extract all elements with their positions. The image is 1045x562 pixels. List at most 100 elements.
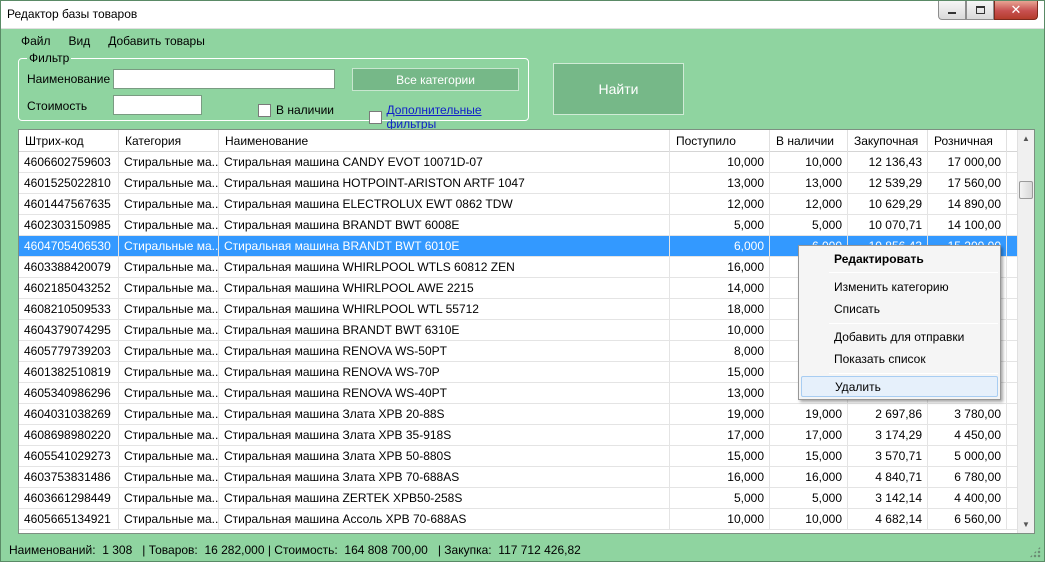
cell-name[interactable]: Стиральная машина Злата XPB 35-918S [219, 425, 670, 445]
cell-name[interactable]: Стиральная машина WHIRLPOOL WTL 55712 [219, 299, 670, 319]
cell-barcode[interactable]: 4603661298449 [19, 488, 119, 508]
column-header-category[interactable]: Категория [119, 130, 219, 152]
cell-in-stock[interactable]: 13,000 [770, 173, 848, 193]
table-row[interactable]: 4603753831486 Стиральные ма... Стиральная … [19, 467, 1018, 488]
cell-purchase-price[interactable]: 10 070,71 [848, 215, 928, 235]
cell-barcode[interactable]: 4603388420079 [19, 257, 119, 277]
cell-category[interactable]: Стиральные ма... [119, 383, 219, 403]
cell-barcode[interactable]: 4606602759603 [19, 152, 119, 172]
menu-item-show-list[interactable]: Показать список [801, 349, 998, 370]
cell-received[interactable]: 15,000 [670, 362, 770, 382]
cell-received[interactable]: 5,000 [670, 215, 770, 235]
cell-barcode[interactable]: 4604031038269 [19, 404, 119, 424]
cell-category[interactable]: Стиральные ма... [119, 299, 219, 319]
cell-name[interactable]: Стиральная машина Злата XPB 70-688AS [219, 467, 670, 487]
cell-received[interactable]: 13,000 [670, 383, 770, 403]
cell-name[interactable]: Стиральная машина WHIRLPOOL AWE 2215 [219, 278, 670, 298]
column-header-retail-price[interactable]: Розничная [928, 130, 1007, 152]
cell-category[interactable]: Стиральные ма... [119, 278, 219, 298]
cell-name[interactable]: Стиральная машина RENOVA WS-50PT [219, 341, 670, 361]
cell-category[interactable]: Стиральные ма... [119, 341, 219, 361]
table-row[interactable]: 4606602759603 Стиральные ма... Стиральная … [19, 152, 1018, 173]
cell-category[interactable]: Стиральные ма... [119, 152, 219, 172]
extra-filters-checkbox-box[interactable] [369, 110, 382, 124]
cell-purchase-price[interactable]: 4 682,14 [848, 509, 928, 529]
cell-received[interactable]: 10,000 [670, 320, 770, 340]
menu-view[interactable]: Вид [60, 31, 100, 51]
cell-category[interactable]: Стиральные ма... [119, 425, 219, 445]
column-header-purchase-price[interactable]: Закупочная [848, 130, 928, 152]
cell-barcode[interactable]: 4604379074295 [19, 320, 119, 340]
menu-item-add-to-shipment[interactable]: Добавить для отправки [801, 327, 998, 348]
cell-name[interactable]: Стиральная машина RENOVA WS-70P [219, 362, 670, 382]
cell-barcode[interactable]: 4603753831486 [19, 467, 119, 487]
cell-category[interactable]: Стиральные ма... [119, 236, 219, 256]
cell-in-stock[interactable]: 5,000 [770, 488, 848, 508]
cell-category[interactable]: Стиральные ма... [119, 215, 219, 235]
cell-received[interactable]: 19,000 [670, 404, 770, 424]
cell-barcode[interactable]: 4605340986296 [19, 383, 119, 403]
cell-retail-price[interactable]: 6 560,00 [928, 509, 1007, 529]
cell-received[interactable]: 10,000 [670, 152, 770, 172]
menu-item-delete[interactable]: Удалить [801, 376, 998, 397]
menu-file[interactable]: Файл [1, 31, 60, 51]
cell-category[interactable]: Стиральные ма... [119, 446, 219, 466]
cell-name[interactable]: Стиральная машина HOTPOINT-ARISTON ARTF … [219, 173, 670, 193]
cell-category[interactable]: Стиральные ма... [119, 488, 219, 508]
cell-category[interactable]: Стиральные ма... [119, 173, 219, 193]
cell-received[interactable]: 12,000 [670, 194, 770, 214]
cell-barcode[interactable]: 4605779739203 [19, 341, 119, 361]
cell-barcode[interactable]: 4608698980220 [19, 425, 119, 445]
extra-filters-checkbox[interactable]: Дополнительные фильтры [369, 103, 528, 131]
cell-retail-price[interactable]: 4 450,00 [928, 425, 1007, 445]
cell-purchase-price[interactable]: 3 570,71 [848, 446, 928, 466]
cell-retail-price[interactable]: 4 400,00 [928, 488, 1007, 508]
cell-retail-price[interactable]: 5 000,00 [928, 446, 1007, 466]
table-row[interactable]: 4603661298449 Стиральные ма... Стиральная … [19, 488, 1018, 509]
cell-in-stock[interactable]: 16,000 [770, 467, 848, 487]
cell-purchase-price[interactable]: 3 142,14 [848, 488, 928, 508]
cell-category[interactable]: Стиральные ма... [119, 257, 219, 277]
name-input[interactable] [113, 69, 335, 89]
menu-item-change-category[interactable]: Изменить категорию [801, 277, 998, 298]
cell-received[interactable]: 5,000 [670, 488, 770, 508]
cell-name[interactable]: Стиральная машина BRANDT BWT 6310E [219, 320, 670, 340]
cell-received[interactable]: 10,000 [670, 509, 770, 529]
cell-barcode[interactable]: 4608210509533 [19, 299, 119, 319]
cell-received[interactable]: 14,000 [670, 278, 770, 298]
cell-barcode[interactable]: 4602303150985 [19, 215, 119, 235]
column-header-in-stock[interactable]: В наличии [770, 130, 848, 152]
cell-received[interactable]: 18,000 [670, 299, 770, 319]
in-stock-checkbox-box[interactable] [258, 103, 271, 117]
cell-in-stock[interactable]: 17,000 [770, 425, 848, 445]
minimize-button[interactable] [938, 1, 966, 20]
cell-category[interactable]: Стиральные ма... [119, 467, 219, 487]
cell-received[interactable]: 16,000 [670, 467, 770, 487]
cell-in-stock[interactable]: 5,000 [770, 215, 848, 235]
scroll-up-icon[interactable]: ▲ [1018, 130, 1034, 147]
column-header-barcode[interactable]: Штрих-код [19, 130, 119, 152]
cell-in-stock[interactable]: 10,000 [770, 152, 848, 172]
cell-received[interactable]: 6,000 [670, 236, 770, 256]
cell-name[interactable]: Стиральная машина BRANDT BWT 6010E [219, 236, 670, 256]
find-button[interactable]: Найти [553, 63, 684, 115]
menu-item-write-off[interactable]: Списать [801, 299, 998, 320]
column-header-name[interactable]: Наименование [219, 130, 670, 152]
cell-in-stock[interactable]: 12,000 [770, 194, 848, 214]
cell-received[interactable]: 17,000 [670, 425, 770, 445]
table-row[interactable]: 4608698980220 Стиральные ма... Стиральная … [19, 425, 1018, 446]
table-row[interactable]: 4601525022810 Стиральные ма... Стиральная … [19, 173, 1018, 194]
cell-name[interactable]: Стиральная машина ELECTROLUX EWT 0862 TD… [219, 194, 670, 214]
cell-purchase-price[interactable]: 2 697,86 [848, 404, 928, 424]
cell-received[interactable]: 16,000 [670, 257, 770, 277]
all-categories-button[interactable]: Все категории [352, 68, 519, 91]
cell-in-stock[interactable]: 19,000 [770, 404, 848, 424]
cell-barcode[interactable]: 4601447567635 [19, 194, 119, 214]
cell-barcode[interactable]: 4605665134921 [19, 509, 119, 529]
table-row[interactable]: 4602303150985 Стиральные ма... Стиральная … [19, 215, 1018, 236]
cell-category[interactable]: Стиральные ма... [119, 320, 219, 340]
cell-purchase-price[interactable]: 12 539,29 [848, 173, 928, 193]
cell-category[interactable]: Стиральные ма... [119, 509, 219, 529]
cell-barcode[interactable]: 4602185043252 [19, 278, 119, 298]
cell-purchase-price[interactable]: 12 136,43 [848, 152, 928, 172]
